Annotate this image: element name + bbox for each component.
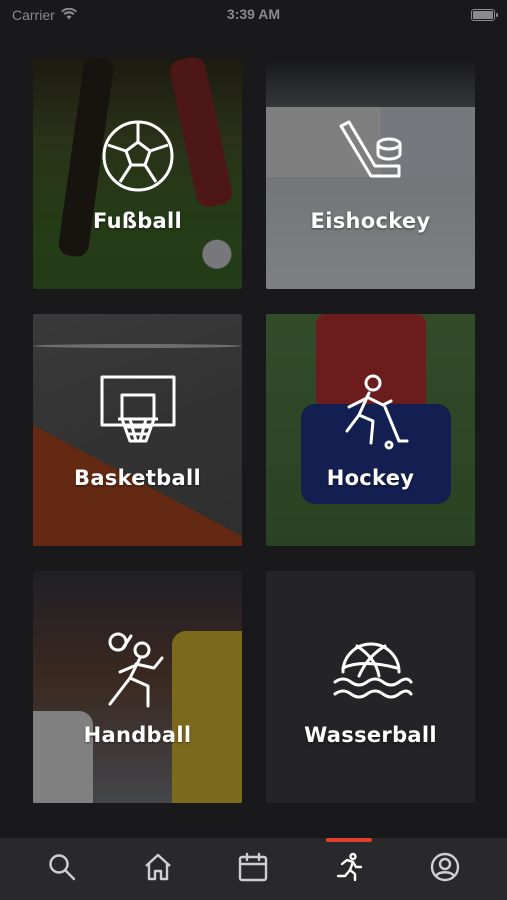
search-icon [47,852,77,887]
field-hockey-player-icon [329,371,413,460]
sport-tile-hockey[interactable]: Hockey [266,314,475,546]
profile-icon [430,852,460,887]
soccer-ball-icon [96,114,180,203]
running-person-icon [334,852,364,887]
handball-player-icon [96,628,180,717]
tab-calendar[interactable] [223,838,283,900]
sport-tile-wasserball[interactable]: Wasserball [266,571,475,803]
tab-search[interactable] [32,838,92,900]
water-polo-icon [329,628,413,717]
sport-label: Hockey [326,465,415,490]
battery-icon [471,9,498,21]
home-icon [143,852,173,887]
sport-tile-basketball[interactable]: Basketball [33,314,242,546]
active-tab-indicator [326,838,373,842]
sport-label: Wasserball [304,722,437,747]
tab-profile[interactable] [415,838,475,900]
basketball-hoop-icon [96,371,180,460]
status-bar: Carrier 3:39 AM [0,0,507,30]
sport-tile-fussball[interactable]: Fußball [33,57,242,289]
sport-label: Eishockey [310,208,431,233]
sport-label: Fußball [92,208,183,233]
sport-tile-eishockey[interactable]: Eishockey [266,57,475,289]
calendar-icon [238,852,268,887]
sports-grid: Fußball Eishockey Basketball Hockey Hand… [33,57,475,803]
sport-label: Basketball [74,465,201,490]
tab-home[interactable] [128,838,188,900]
sport-label: Handball [83,722,192,747]
status-time: 3:39 AM [226,6,281,22]
tab-sports[interactable] [319,838,379,900]
sport-tile-handball[interactable]: Handball [33,571,242,803]
ice-hockey-icon [329,114,413,203]
tab-bar [0,838,507,900]
